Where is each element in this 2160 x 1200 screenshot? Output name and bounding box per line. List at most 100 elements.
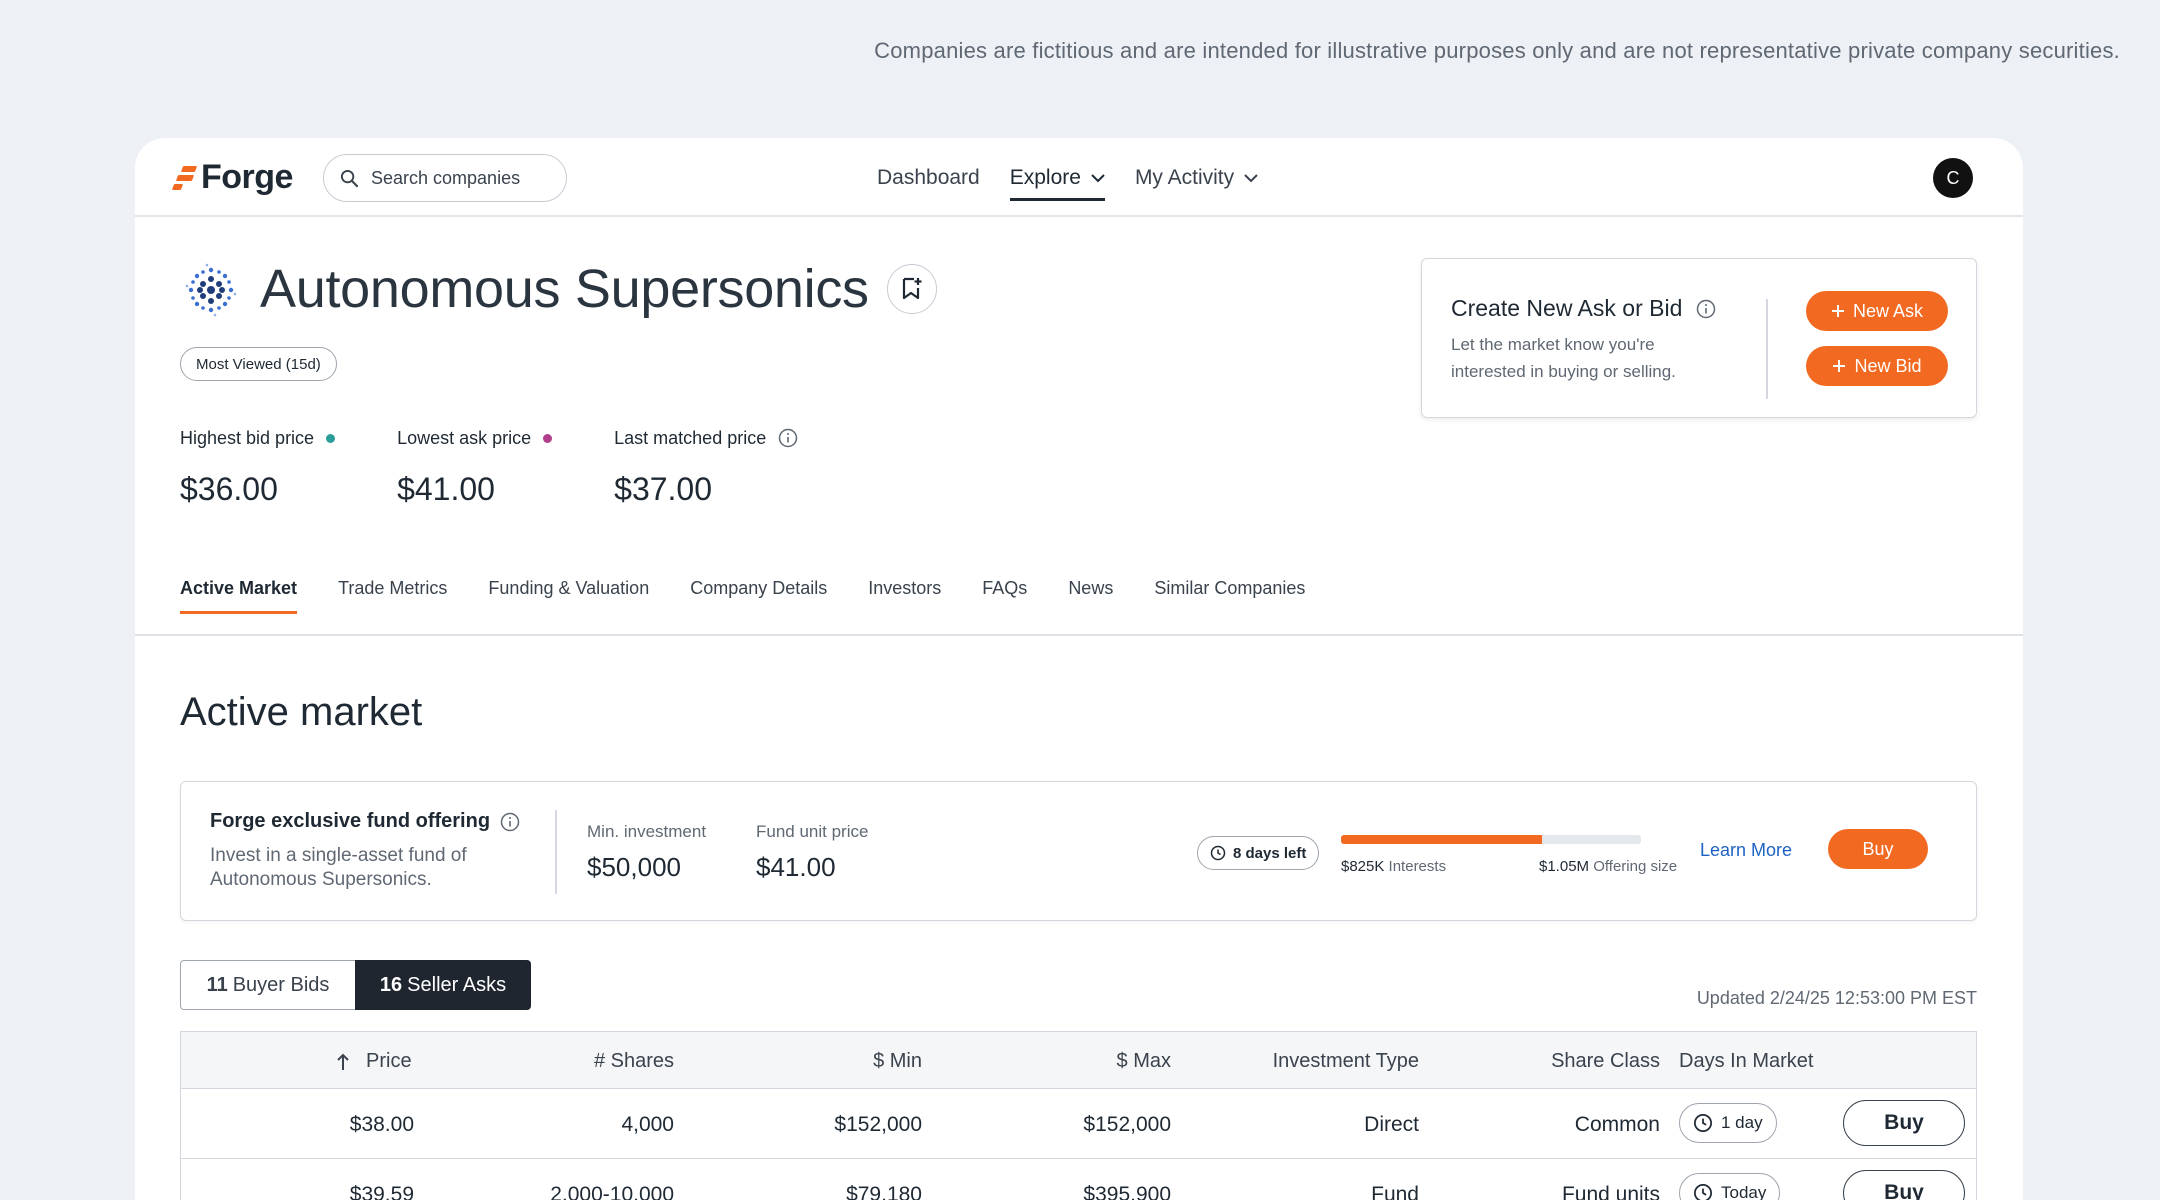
fund-unit-price-value: $41.00: [756, 852, 836, 882]
create-ask-bid-panel: Create New Ask or Bid Let the market kno…: [1421, 258, 1977, 418]
create-title: Create New Ask or Bid: [1451, 295, 1683, 321]
info-icon[interactable]: [1696, 299, 1716, 319]
offering-size-label: $1.05M Offering size: [1539, 858, 1677, 875]
last-matched-value: $37.00: [614, 471, 713, 507]
col-days-in-market-header[interactable]: Days In Market: [1679, 1050, 1813, 1073]
col-share-class-header[interactable]: Share Class: [1551, 1050, 1660, 1073]
fund-unit-price: Fund unit price $41.00: [756, 822, 868, 883]
nav-explore[interactable]: Explore: [1009, 138, 1106, 217]
table-header: Price # Shares $ Min $ Max Investment Ty…: [181, 1032, 1976, 1089]
lowest-ask-block: Lowest ask price $41.00: [397, 425, 553, 508]
offering-size-text: Offering size: [1593, 858, 1678, 875]
tab-similar-companies[interactable]: Similar Companies: [1154, 578, 1305, 638]
tab-active-market[interactable]: Active Market: [180, 578, 298, 638]
clock-icon: [1694, 1114, 1712, 1132]
lowest-ask-label: Lowest ask price: [397, 427, 532, 448]
offering-size-value: $1.05M: [1539, 858, 1590, 875]
new-bid-label: New Bid: [1854, 355, 1922, 376]
col-max-header[interactable]: $ Max: [1117, 1050, 1171, 1073]
fund-title-row: Forge exclusive fund offering: [210, 810, 520, 833]
learn-more-link[interactable]: Learn More: [1700, 840, 1792, 861]
row-days-badge: 1 day: [1679, 1103, 1777, 1143]
table-row[interactable]: $38.00 4,000 $152,000 $152,000 Direct Co…: [181, 1089, 1976, 1159]
search-box[interactable]: [323, 154, 567, 202]
fund-offering-card: Forge exclusive fund offering Invest in …: [180, 781, 1977, 921]
tab-funding-valuation[interactable]: Funding & Valuation: [488, 578, 649, 638]
new-ask-label: New Ask: [1852, 300, 1924, 321]
row-days-text: 1 day: [1721, 1113, 1763, 1132]
lowest-ask-value: $41.00: [397, 471, 495, 507]
row-buy-button[interactable]: Buy: [1843, 1100, 1965, 1146]
forge-logo[interactable]: Forge: [171, 158, 293, 197]
forge-logo-icon: [171, 164, 198, 192]
days-left-badge: 8 days left: [1197, 836, 1320, 870]
search-icon: [340, 169, 359, 187]
nav-dashboard-label: Dashboard: [877, 165, 980, 189]
interests-text: Interests: [1388, 858, 1447, 875]
col-price-header[interactable]: Price: [336, 1050, 412, 1073]
row-price: $39.59: [349, 1183, 414, 1200]
nav-dashboard[interactable]: Dashboard: [877, 138, 980, 217]
tab-news[interactable]: News: [1068, 578, 1113, 638]
create-title-row: Create New Ask or Bid: [1451, 295, 1716, 322]
row-shares: 2,000-10,000: [550, 1183, 674, 1200]
company-logo-icon: [185, 263, 237, 317]
clock-icon: [1694, 1184, 1712, 1200]
row-investment-type: Direct: [1364, 1113, 1419, 1136]
seller-asks-toggle[interactable]: 16 Seller Asks: [355, 960, 531, 1010]
table-row[interactable]: $39.59 2,000-10,000 $79,180 $395,900 Fun…: [181, 1159, 1976, 1200]
row-price: $38.00: [349, 1113, 414, 1136]
sort-arrow-up-icon: [337, 1053, 349, 1070]
last-matched-block: Last matched price $37.00: [614, 425, 798, 508]
top-nav: Forge Dashboard Explore My Activity C: [135, 138, 2023, 217]
col-price-label: Price: [366, 1050, 412, 1072]
chevron-down-icon: [1091, 173, 1105, 182]
divider: [555, 810, 557, 894]
app-window: Forge Dashboard Explore My Activity C: [135, 138, 2023, 1200]
bookmark-button[interactable]: [887, 264, 937, 314]
offering-progress-fill: [1341, 835, 1542, 844]
col-shares-header[interactable]: # Shares: [594, 1050, 674, 1073]
fund-description: Invest in a single-asset fund of Autonom…: [210, 845, 467, 890]
tabs-divider: [135, 634, 2023, 636]
plus-icon: [1831, 305, 1844, 317]
offering-progress-bar: [1341, 835, 1641, 844]
new-ask-button[interactable]: New Ask: [1806, 291, 1948, 331]
buyer-bids-toggle[interactable]: 11 Buyer Bids: [180, 960, 355, 1010]
row-share-class: Fund units: [1561, 1183, 1660, 1200]
fund-title: Forge exclusive fund offering: [210, 810, 491, 832]
section-title: Active market: [180, 690, 423, 734]
tab-trade-metrics[interactable]: Trade Metrics: [338, 578, 447, 638]
row-buy-button[interactable]: Buy: [1843, 1170, 1965, 1200]
interests-label: $825K Interests: [1341, 858, 1446, 875]
nav-my-activity[interactable]: My Activity: [1135, 138, 1258, 217]
new-bid-button[interactable]: New Bid: [1806, 346, 1948, 386]
info-icon[interactable]: [500, 812, 520, 832]
bid-dot-icon: [326, 433, 336, 443]
user-avatar[interactable]: C: [1933, 158, 1973, 198]
search-input[interactable]: [371, 167, 541, 189]
row-max: $152,000: [1083, 1113, 1171, 1136]
col-investment-type-header[interactable]: Investment Type: [1273, 1050, 1419, 1073]
asks-table: Price # Shares $ Min $ Max Investment Ty…: [180, 1031, 1977, 1200]
row-share-class: Common: [1574, 1113, 1660, 1136]
clock-icon: [1210, 845, 1226, 861]
company-tabs: Active Market Trade Metrics Funding & Va…: [180, 578, 1346, 638]
last-matched-label-row: Last matched price: [614, 425, 798, 451]
col-min-header[interactable]: $ Min: [873, 1050, 922, 1073]
row-days-badge: Today: [1679, 1173, 1781, 1200]
bids-asks-toggle: 11 Buyer Bids 16 Seller Asks: [180, 960, 531, 1010]
fund-buy-button[interactable]: Buy: [1828, 829, 1928, 869]
nav-explore-label: Explore: [1009, 165, 1081, 189]
disclaimer-text: Companies are fictitious and are intende…: [874, 38, 2120, 63]
price-summary: Highest bid price $36.00 Lowest ask pric…: [180, 425, 860, 508]
fund-unit-price-label: Fund unit price: [756, 822, 869, 841]
info-icon[interactable]: [778, 428, 798, 448]
row-shares: 4,000: [621, 1113, 674, 1136]
tab-company-details[interactable]: Company Details: [690, 578, 827, 638]
tab-faqs[interactable]: FAQs: [982, 578, 1027, 638]
tab-investors[interactable]: Investors: [868, 578, 941, 638]
min-investment-value: $50,000: [587, 852, 681, 882]
last-matched-label: Last matched price: [614, 427, 767, 448]
min-investment-label: Min. investment: [587, 822, 707, 841]
